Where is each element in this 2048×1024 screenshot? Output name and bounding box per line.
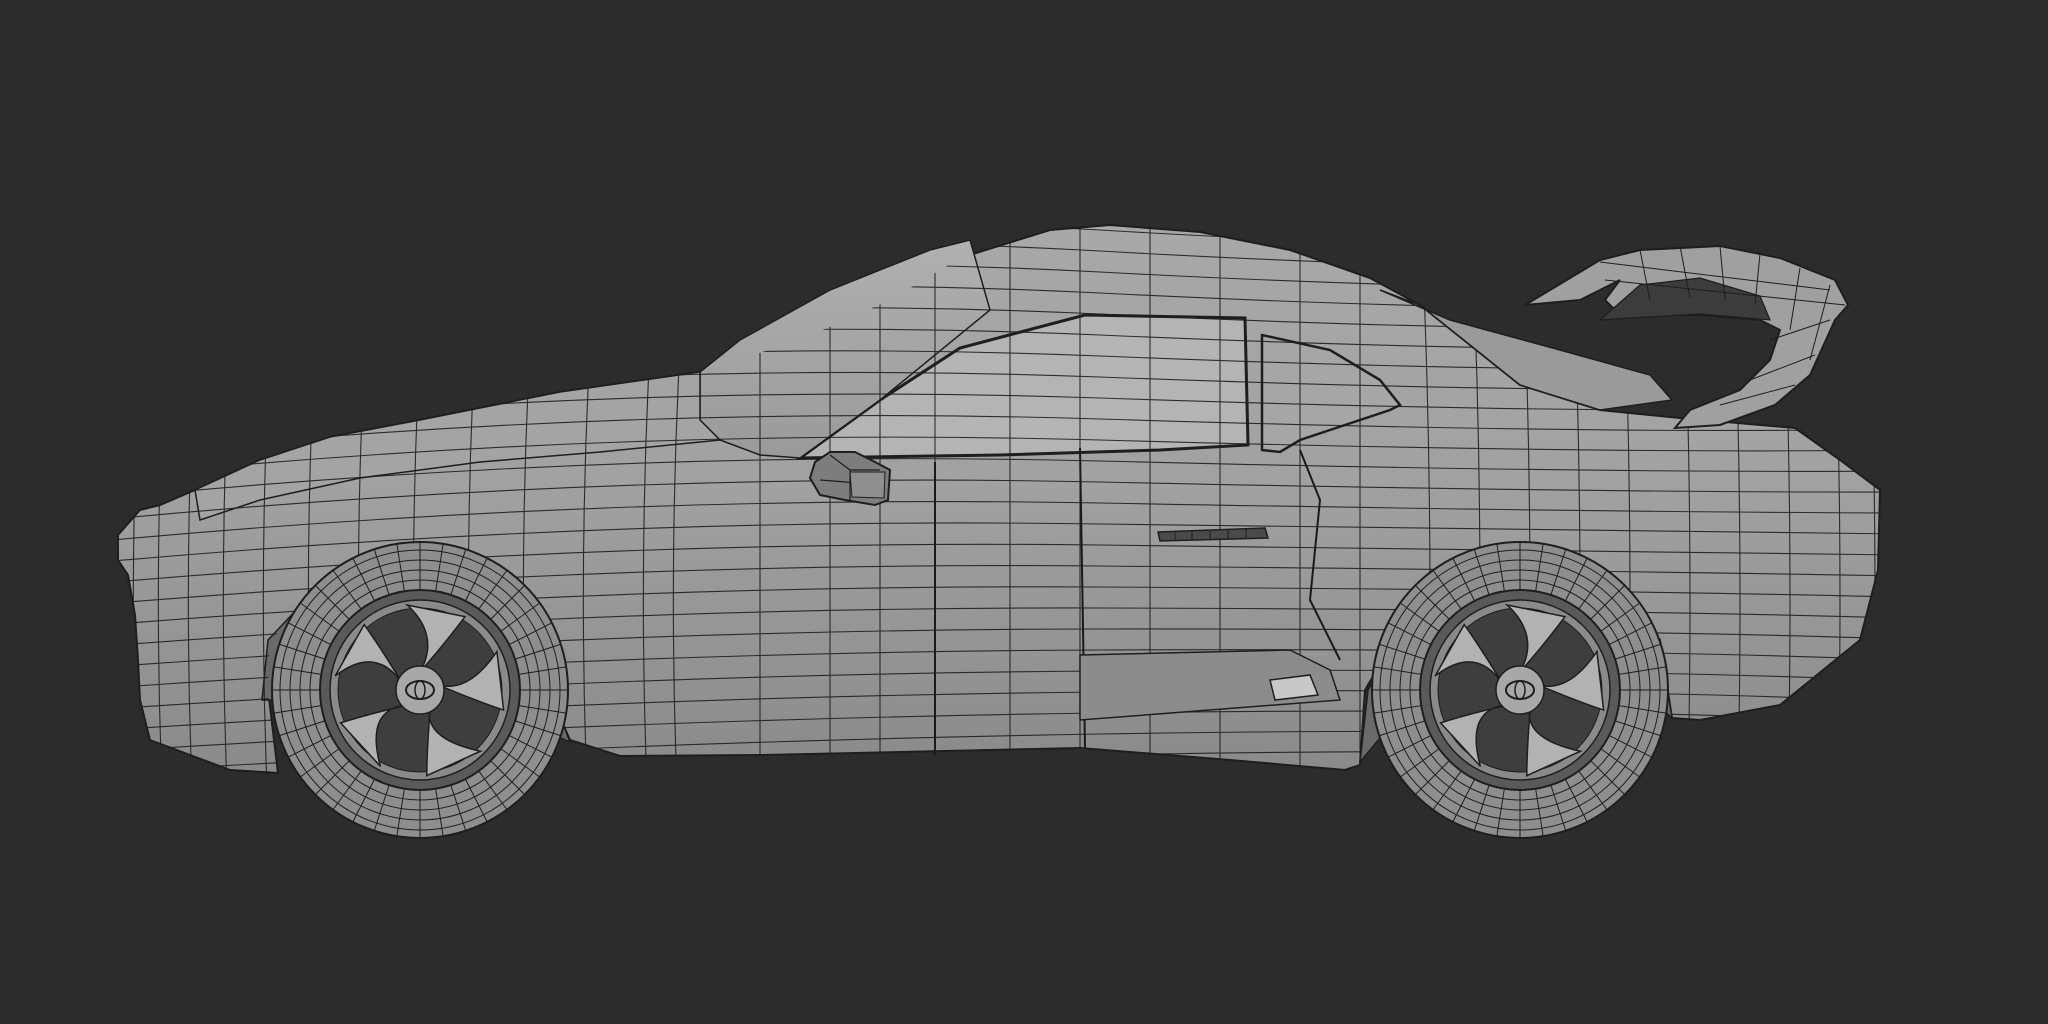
car-model[interactable] (0, 0, 2048, 1024)
rear-wheel (1371, 541, 1669, 839)
front-wheel (271, 541, 569, 839)
3d-viewport[interactable] (0, 0, 2048, 1024)
side-intake (1269, 674, 1320, 701)
